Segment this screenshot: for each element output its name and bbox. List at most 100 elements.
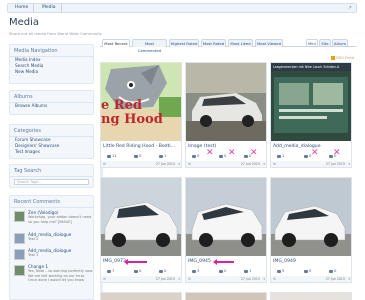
view-mini-tab[interactable]: Mini xyxy=(306,39,318,47)
media-thumbnail-car[interactable] xyxy=(101,178,181,256)
tab-most-liked[interactable]: Most Liked xyxy=(228,39,253,47)
view-album-tab[interactable]: Album xyxy=(332,39,348,47)
white-car-photo xyxy=(186,178,266,256)
gear-icon[interactable]: ⚙ xyxy=(273,161,276,167)
media-card[interactable]: IMG_0945 3 0 1 ⚙ 27 Jun 2015 ▾ xyxy=(185,177,267,283)
gear-icon[interactable]: ⚙ xyxy=(188,276,191,282)
like-icon xyxy=(159,269,163,273)
views-stat: 11 xyxy=(107,152,117,160)
tab-most-viewed[interactable]: Most Viewed xyxy=(255,39,283,47)
media-stats: 3 0 1 xyxy=(186,267,266,275)
recent-comment-item: Add_media_dialogue Test 2 xyxy=(10,232,93,246)
gear-icon[interactable]: ⚙ xyxy=(273,276,276,282)
like-icon xyxy=(244,269,248,273)
eye-icon xyxy=(277,269,281,273)
chevron-down-icon[interactable]: ▾ xyxy=(178,161,180,167)
chevron-down-icon[interactable]: ▾ xyxy=(263,161,265,167)
media-footer: ⚙ 27 Jun 2015 ▾ xyxy=(186,276,266,282)
comment-text: Yes, Note - no warning perfectly now. We… xyxy=(28,269,93,282)
new-media-link[interactable]: New Media xyxy=(10,69,93,75)
comments-stat: 0 xyxy=(219,152,226,160)
annotation-arrow xyxy=(213,259,234,265)
media-thumbnail-hood[interactable]: e Red ng Hood xyxy=(101,63,181,141)
page-subtitle: Share out all media from World Wide Comm… xyxy=(9,31,103,36)
views-stat: 5 xyxy=(277,267,284,275)
avatar[interactable] xyxy=(14,233,25,244)
avatar[interactable] xyxy=(14,265,25,276)
annotation-cross: ✕ xyxy=(250,148,258,158)
chevron-down-icon[interactable]: ▾ xyxy=(263,276,265,282)
media-stats: 7 0 0 xyxy=(101,267,181,275)
eye-icon xyxy=(192,154,196,158)
eye-icon xyxy=(107,154,111,158)
tab-most-rated[interactable]: Most Rated xyxy=(201,39,226,47)
media-title-link[interactable]: Little Red Riding Hood - Bedti... xyxy=(101,143,181,151)
media-card-partial[interactable] xyxy=(270,292,352,300)
hood-title-line2: ng Hood xyxy=(101,112,163,127)
views-count: 7 xyxy=(112,268,115,273)
comments-stat: 0 xyxy=(134,267,141,275)
browse-albums-link[interactable]: Browse Albums xyxy=(10,103,93,109)
gear-icon[interactable]: ⚙ xyxy=(103,161,106,167)
media-thumbnail-car[interactable] xyxy=(271,178,351,256)
media-footer: ⚙ 27 Jun 2015 ▾ xyxy=(271,161,351,167)
albums-block: Albums Browse Albums xyxy=(9,90,94,115)
tab-highest-rated[interactable]: Highest Rated xyxy=(169,39,199,47)
rss-feed-link[interactable]: RSS Feed xyxy=(331,55,354,60)
recent-comment-item: Zen (Volodigo) Workshop, your addon does… xyxy=(10,210,93,230)
media-footer: ⚙ 27 Jun 2015 ▾ xyxy=(101,276,181,282)
comments-stat: 0 xyxy=(304,267,311,275)
category-test-images[interactable]: Test Images xyxy=(10,149,93,155)
tab-most-commented[interactable]: Most Commented xyxy=(132,39,167,53)
breadcrumb-media-link[interactable]: Media xyxy=(37,4,62,12)
media-date: 27 Jun 2015 xyxy=(155,162,175,166)
media-card[interactable]: e Red ng Hood Little Red Riding Hood - B… xyxy=(100,62,182,168)
jump-up-icon[interactable]: ↗ xyxy=(348,4,352,12)
media-card-partial[interactable] xyxy=(185,292,267,300)
categories-block: Categories Forum Showcase Designers' Sho… xyxy=(9,124,94,159)
media-date: 27 Jun 2015 xyxy=(325,277,345,281)
tag-search-input[interactable]: Search Tags... xyxy=(14,179,89,185)
gear-icon[interactable]: ⚙ xyxy=(188,161,191,167)
media-stats: 5 0 0 xyxy=(271,267,351,275)
gear-icon[interactable]: ⚙ xyxy=(103,276,106,282)
media-footer: ⚙ 27 Jun 2015 ▾ xyxy=(186,161,266,167)
comments-count: 0 xyxy=(139,153,142,158)
dialogue-banner-text: Laagerstrecken mit Nike Lauch Schlden.A xyxy=(273,65,340,69)
breadcrumb-home-link[interactable]: Home xyxy=(10,4,35,12)
annotation-arrow xyxy=(124,259,147,265)
media-card[interactable]: IMG_0949 5 0 0 ⚙ 27 Jun 2015 ▾ xyxy=(270,177,352,283)
recent-comments-heading: Recent Comments xyxy=(10,196,93,208)
media-thumbnail-dialogue[interactable]: Laagerstrecken mit Nike Lauch Schlden.A xyxy=(271,63,351,141)
comment-text: Workshop, your addon doesn't need so you… xyxy=(28,215,92,224)
avatar[interactable] xyxy=(14,211,25,222)
sidebar: Media Navigation Media Index Search Medi… xyxy=(9,39,94,300)
chevron-down-icon[interactable]: ▾ xyxy=(348,161,350,167)
comment-text: Test 1 xyxy=(28,253,39,257)
comments-count: 0 xyxy=(139,268,142,273)
chevron-down-icon[interactable]: ▾ xyxy=(348,276,350,282)
media-title-link[interactable]: IMG_0949 xyxy=(271,258,351,266)
media-footer: ⚙ 27 Jun 2015 ▾ xyxy=(271,276,351,282)
comments-stat: 0 xyxy=(219,267,226,275)
like-icon xyxy=(244,154,248,158)
media-card[interactable]: Laagerstrecken mit Nike Lauch Schlden.A … xyxy=(270,62,352,168)
likes-count: 0 xyxy=(334,268,337,273)
media-thumbnail-car[interactable] xyxy=(186,178,266,256)
tab-most-recent[interactable]: Most Recent xyxy=(102,39,130,47)
comments-stat: 0 xyxy=(134,152,141,160)
media-thumbnail-sedan[interactable] xyxy=(186,63,266,141)
media-card[interactable]: IMG_0973 7 0 0 ⚙ 27 Jun 2015 ▾ xyxy=(100,177,182,283)
chevron-down-icon[interactable]: ▾ xyxy=(178,276,180,282)
breadcrumb: Home Media ↗ xyxy=(7,3,357,13)
view-site-tab[interactable]: Site xyxy=(319,39,331,47)
likes-stat: 0 xyxy=(329,267,336,275)
media-card-partial[interactable] xyxy=(100,292,182,300)
annotation-cross: ✕ xyxy=(206,148,214,158)
media-card[interactable]: Image (test) 0 0 0 ✕ ✕ ✕ ⚙ 27 Jun 2015 ▾ xyxy=(185,62,267,168)
sedan-photo xyxy=(186,63,266,141)
recent-comments-block: Recent Comments Zen (Volodigo) Workshop,… xyxy=(9,195,94,300)
comment-icon xyxy=(304,154,308,158)
rss-icon xyxy=(331,56,336,60)
avatar[interactable] xyxy=(14,249,25,260)
